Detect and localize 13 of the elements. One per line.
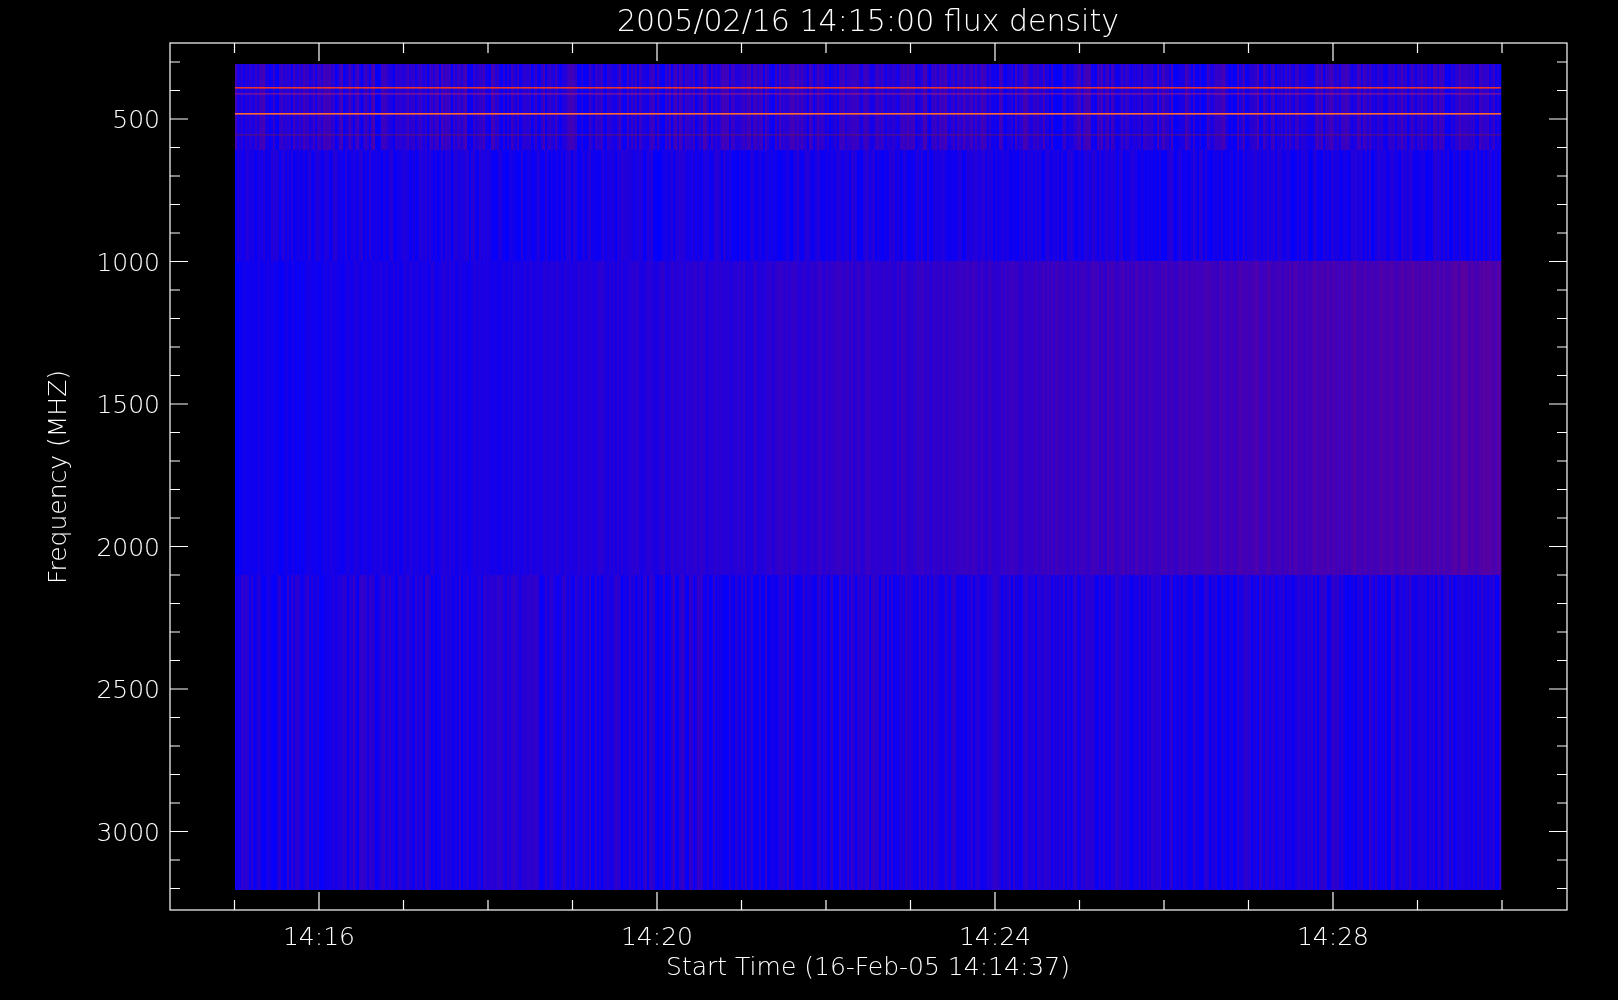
x-tick-label: 14:20 (621, 922, 693, 951)
plot-title: 2005/02/16 14:15:00 flux density (617, 3, 1119, 38)
x-axis-label: Start Time (16-Feb-05 14:14:37) (666, 952, 1070, 981)
y-tick-label: 500 (112, 105, 160, 134)
y-tick-label: 2500 (96, 675, 160, 704)
y-axis-label: Frequency (MHZ) (43, 369, 72, 585)
x-tick-label: 14:24 (959, 922, 1031, 951)
y-tick-label: 1000 (96, 247, 160, 277)
y-tick-label: 2000 (96, 532, 160, 562)
x-tick-label: 14:28 (1297, 922, 1369, 951)
y-tick-label: 1500 (96, 390, 160, 419)
x-tick-label: 14:16 (283, 922, 355, 951)
y-tick-label: 3000 (96, 817, 160, 847)
